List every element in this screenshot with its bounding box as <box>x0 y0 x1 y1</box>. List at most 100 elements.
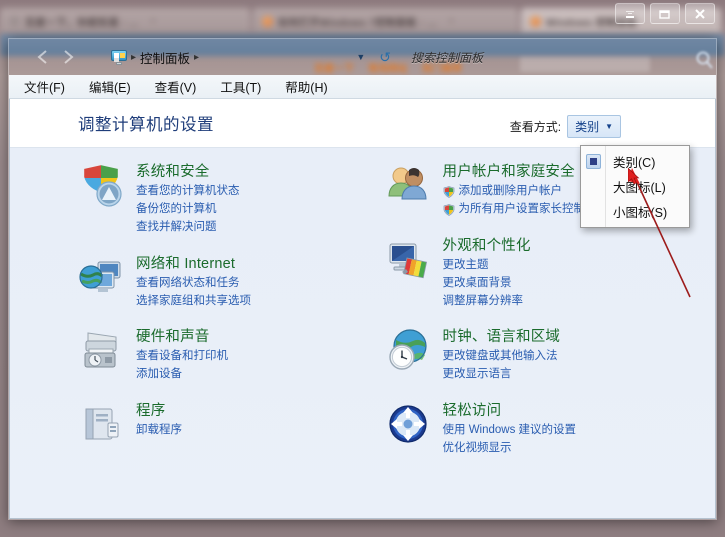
category-text: 硬件和声音 查看设备和打印机 添加设备 <box>136 327 228 384</box>
category-title[interactable]: 网络和 Internet <box>136 255 251 273</box>
category-column-left: 系统和安全 查看您的计算机状态 备份您的计算机 查找并解决问题 网络和 Inte… <box>10 162 363 518</box>
category-title[interactable]: 外观和个性化 <box>443 237 531 255</box>
background-tab[interactable]: 如何打开Windows 7控制面板 - … × <box>253 8 518 34</box>
category-text: 用户帐户和家庭安全 添加或删除用户帐户 为所有用户设置家长控制 <box>443 162 586 219</box>
menu-bar: 文件(F) 编辑(E) 查看(V) 工具(T) 帮助(H) <box>9 75 716 99</box>
category-link[interactable]: 查看网络状态和任务 <box>136 275 251 293</box>
menu-item-file[interactable]: 文件(F) <box>21 75 68 98</box>
restore-button[interactable] <box>650 3 680 24</box>
selected-indicator-icon <box>586 154 601 169</box>
category-programs[interactable]: 程序 卸载程序 <box>78 401 363 447</box>
category-link-label: 查看网络状态和任务 <box>136 276 240 289</box>
category-link[interactable]: 查找并解决问题 <box>136 219 240 237</box>
breadcrumb-item-control-panel[interactable]: 控制面板 <box>140 48 190 67</box>
dropdown-item-label: 小图标(S) <box>613 206 668 220</box>
category-link-label: 优化视频显示 <box>442 442 512 454</box>
category-title[interactable]: 硬件和声音 <box>136 328 228 346</box>
category-link[interactable]: 查看您的计算机状态 <box>136 183 240 201</box>
category-network-and-internet[interactable]: 网络和 Internet 查看网络状态和任务 选择家庭组和共享选项 <box>78 254 363 311</box>
category-link-label: 查找并解决问题 <box>136 220 217 233</box>
category-title[interactable]: 系统和安全 <box>136 163 240 181</box>
search-placeholder: 搜索控制面板 <box>411 50 484 65</box>
category-link-label: 使用 Windows 建议的设置 <box>442 424 577 437</box>
category-link[interactable]: 使用 Windows 建议的设置 <box>443 422 577 440</box>
address-bar[interactable]: ▸ 控制面板 ▸ ▼ ↺ <box>105 46 391 68</box>
category-link-label: 为所有用户设置家长控制 <box>458 202 586 215</box>
category-text: 程序 卸载程序 <box>136 401 182 447</box>
category-text: 系统和安全 查看您的计算机状态 备份您的计算机 查找并解决问题 <box>136 162 240 237</box>
chevron-down-icon: ▼ <box>605 122 613 131</box>
menu-item-view[interactable]: 查看(V) <box>152 75 200 98</box>
menu-item-tools[interactable]: 工具(T) <box>217 75 264 98</box>
close-button[interactable] <box>685 3 715 24</box>
category-link[interactable]: 备份您的计算机 <box>136 201 240 219</box>
navigation-bar: ▸ 控制面板 ▸ ▼ ↺ 搜索控制面板 <box>9 39 716 75</box>
view-by-button[interactable]: 类别 ▼ <box>567 115 621 138</box>
category-link-label: 查看设备和打印机 <box>136 350 228 363</box>
category-appearance[interactable]: 外观和个性化 更改主题 更改桌面背景 调整屏幕分辨率 <box>385 236 716 311</box>
category-hardware-and-sound[interactable]: 硬件和声音 查看设备和打印机 添加设备 <box>78 327 363 384</box>
window-controls <box>615 3 715 24</box>
category-link[interactable]: 选择家庭组和共享选项 <box>136 293 251 311</box>
security-shield-icon <box>78 162 124 208</box>
dropdown-item-small-icons[interactable]: 小图标(S) <box>581 199 689 224</box>
back-button[interactable] <box>33 46 55 68</box>
view-by-value: 类别 <box>575 120 600 134</box>
uac-shield-icon <box>443 186 454 198</box>
category-link[interactable]: 更改主题 <box>443 257 531 275</box>
view-by-label: 查看方式: <box>509 120 562 134</box>
close-icon[interactable]: × <box>150 16 156 27</box>
uac-shield-icon <box>443 204 454 216</box>
chevron-down-icon[interactable]: ▼ <box>356 52 365 62</box>
category-clock-language-region[interactable]: 时钟、语言和区域 更改键盘或其他输入法 更改显示语言 <box>385 327 716 384</box>
category-title[interactable]: 轻松访问 <box>443 402 577 420</box>
programs-icon <box>78 401 124 447</box>
background-tab[interactable]: 百度一下，你就知道 - … × <box>0 8 250 34</box>
forward-button[interactable] <box>57 46 79 68</box>
category-link[interactable]: 卸载程序 <box>136 422 182 440</box>
clock-language-icon <box>385 327 431 373</box>
category-link-label: 更改显示语言 <box>442 368 512 381</box>
minimize-button[interactable] <box>615 3 645 24</box>
category-link[interactable]: 为所有用户设置家长控制 <box>443 201 586 219</box>
background-tab-title: 百度一下，你就知道 - … <box>25 17 140 29</box>
favicon-icon <box>9 15 20 27</box>
category-link[interactable]: 更改桌面背景 <box>443 275 531 293</box>
view-by-control: 查看方式: 类别 ▼ <box>510 115 621 138</box>
category-link[interactable]: 添加设备 <box>136 366 228 384</box>
close-icon[interactable]: × <box>448 16 454 27</box>
menu-item-edit[interactable]: 编辑(E) <box>86 75 134 98</box>
category-title[interactable]: 程序 <box>136 402 182 420</box>
category-link-label: 查看您的计算机状态 <box>136 185 240 198</box>
nav-arrows <box>33 46 79 68</box>
category-text: 网络和 Internet 查看网络状态和任务 选择家庭组和共享选项 <box>136 254 251 311</box>
back-arrow-icon <box>37 50 47 64</box>
breadcrumb-separator[interactable]: ▸ <box>194 52 199 63</box>
category-link[interactable]: 更改显示语言 <box>443 366 561 384</box>
menu-item-help[interactable]: 帮助(H) <box>282 75 330 98</box>
category-ease-of-access[interactable]: 轻松访问 使用 Windows 建议的设置 优化视频显示 <box>385 401 716 458</box>
category-link-label: 更改主题 <box>442 258 489 271</box>
category-link[interactable]: 调整屏幕分辨率 <box>443 293 531 311</box>
restore-icon <box>659 9 670 19</box>
category-title[interactable]: 用户帐户和家庭安全 <box>443 163 586 181</box>
search-input[interactable]: 搜索控制面板 <box>403 46 578 68</box>
category-link[interactable]: 优化视频显示 <box>443 440 577 458</box>
category-link-label: 调整屏幕分辨率 <box>442 294 524 307</box>
category-link[interactable]: 添加或删除用户帐户 <box>443 183 586 201</box>
category-title[interactable]: 时钟、语言和区域 <box>443 328 561 346</box>
refresh-icon[interactable]: ↺ <box>379 49 391 66</box>
hardware-printer-icon <box>78 327 124 373</box>
page-title: 调整计算机的设置 <box>78 116 214 134</box>
forward-arrow-icon <box>64 50 74 64</box>
category-text: 外观和个性化 更改主题 更改桌面背景 调整屏幕分辨率 <box>443 236 531 311</box>
favicon-icon <box>530 15 541 27</box>
category-link[interactable]: 查看设备和打印机 <box>136 348 228 366</box>
category-text: 轻松访问 使用 Windows 建议的设置 优化视频显示 <box>443 401 577 458</box>
category-link-label: 备份您的计算机 <box>136 202 217 215</box>
control-panel-icon <box>111 49 127 65</box>
category-system-and-security[interactable]: 系统和安全 查看您的计算机状态 备份您的计算机 查找并解决问题 <box>78 162 363 237</box>
minimize-icon <box>626 10 634 18</box>
category-link[interactable]: 更改键盘或其他输入法 <box>443 348 561 366</box>
user-accounts-icon <box>385 162 431 208</box>
